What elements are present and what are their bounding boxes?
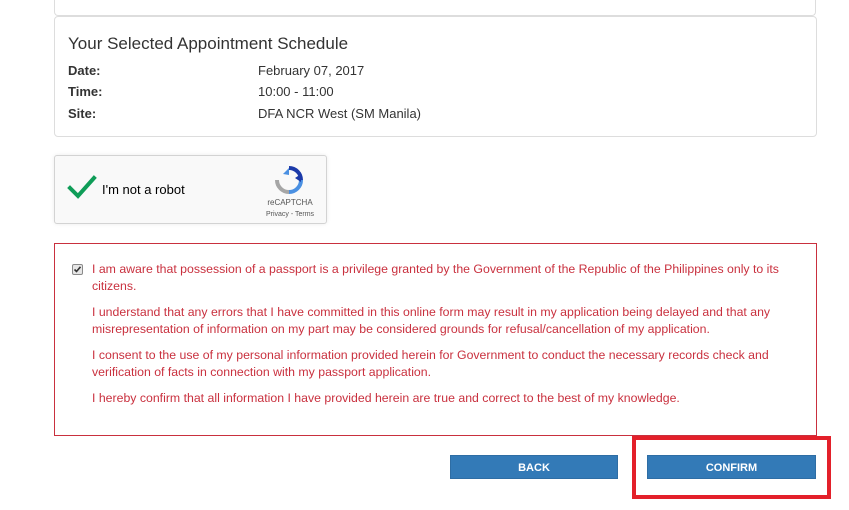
site-label: Site: bbox=[68, 106, 97, 121]
back-button[interactable]: BACK bbox=[450, 455, 618, 479]
checkbox-check-icon bbox=[73, 266, 82, 273]
appointment-schedule-panel: Your Selected Appointment Schedule Date:… bbox=[54, 16, 817, 137]
declaration-paragraph-2: I understand that any errors that I have… bbox=[92, 305, 771, 336]
date-label: Date: bbox=[68, 63, 101, 78]
declarations-box: I am aware that possession of a passport… bbox=[54, 243, 817, 436]
recaptcha-brand: reCAPTCHA bbox=[267, 198, 313, 207]
checkmark-icon bbox=[67, 175, 97, 199]
previous-panel bbox=[54, 0, 816, 16]
recaptcha-label: I'm not a robot bbox=[102, 182, 185, 197]
declaration-checkbox[interactable] bbox=[72, 264, 83, 275]
recaptcha-checkbox[interactable] bbox=[67, 174, 97, 202]
declaration-paragraph-3: I consent to the use of my personal info… bbox=[92, 348, 769, 379]
recaptcha-widget: I'm not a robot reCAPTCHA Privacy - Term… bbox=[54, 155, 327, 224]
declaration-paragraph-1: I am aware that possession of a passport… bbox=[92, 262, 779, 293]
appointment-confirmation-page: Your Selected Appointment Schedule Date:… bbox=[0, 0, 849, 510]
recaptcha-links[interactable]: Privacy - Terms bbox=[255, 211, 325, 218]
confirm-button[interactable]: CONFIRM bbox=[647, 455, 816, 479]
time-value: 10:00 - 11:00 bbox=[258, 84, 334, 99]
date-value: February 07, 2017 bbox=[258, 63, 365, 78]
declaration-paragraph-4: I hereby confirm that all information I … bbox=[92, 391, 680, 405]
time-label: Time: bbox=[68, 84, 103, 99]
site-value: DFA NCR West (SM Manila) bbox=[258, 106, 422, 121]
recaptcha-logo-icon bbox=[274, 165, 304, 195]
schedule-title: Your Selected Appointment Schedule bbox=[68, 34, 349, 53]
